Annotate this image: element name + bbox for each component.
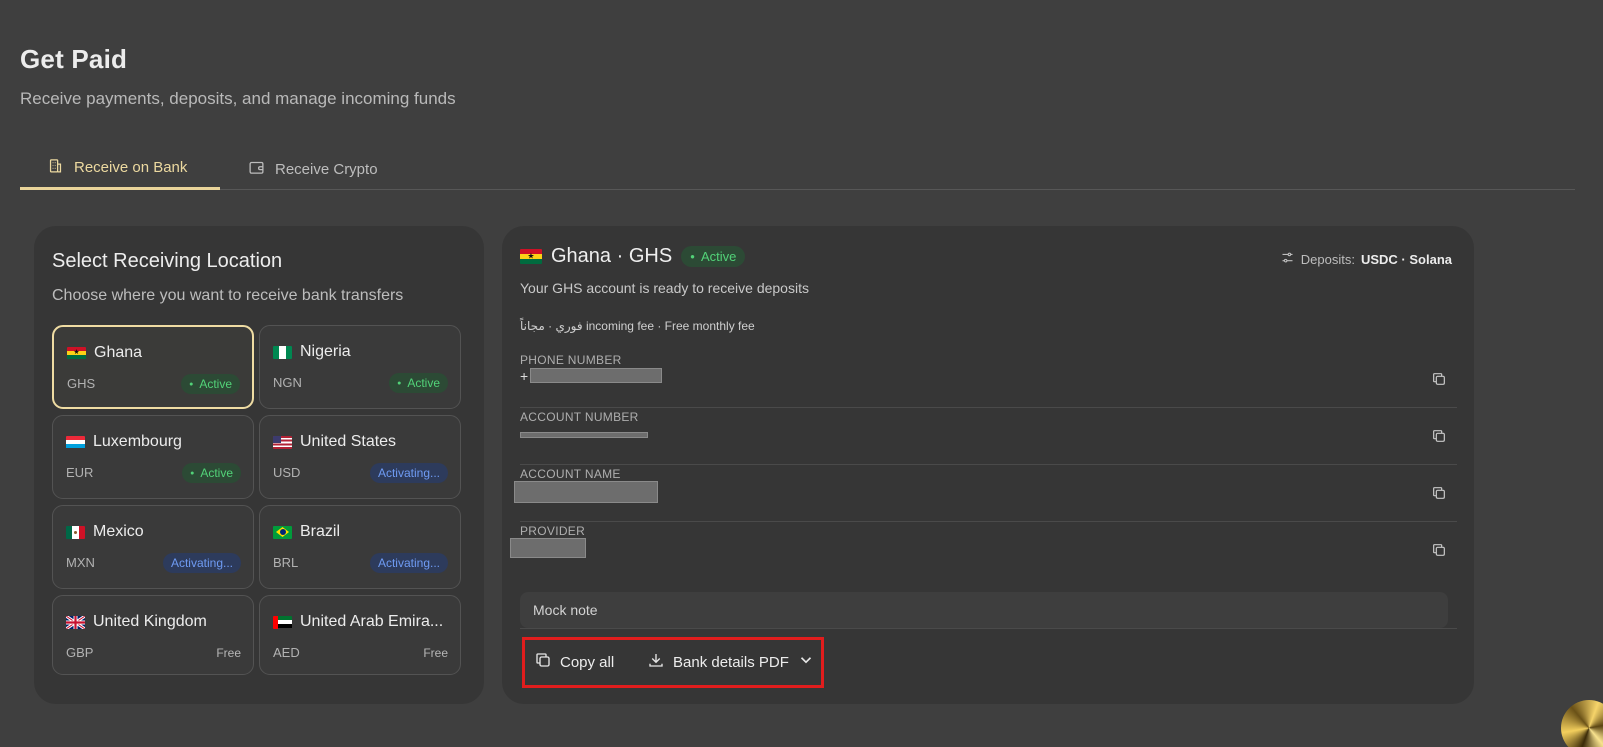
- bank-details-pdf-button[interactable]: Bank details PDF: [647, 651, 815, 673]
- redacted-value: [510, 538, 586, 558]
- location-name-row: Nigeria: [273, 343, 351, 361]
- field-account-name: ACCOUNT NAME: [514, 465, 1457, 522]
- location-name-row: Luxembourg: [66, 433, 182, 451]
- account-ready-text: Your GHS account is ready to receive dep…: [520, 280, 809, 296]
- location-panel: Select Receiving Location Choose where y…: [34, 226, 484, 704]
- location-currency: BRL: [273, 555, 299, 570]
- note-field[interactable]: Mock note: [520, 592, 1448, 628]
- location-panel-title: Select Receiving Location: [52, 250, 283, 272]
- tab-receive-on-bank[interactable]: Receive on Bank: [20, 148, 220, 190]
- status-badge: Activating...: [369, 463, 448, 483]
- location-card-brazil[interactable]: Brazil BRL Activating...: [259, 505, 461, 589]
- copy-icon: [534, 651, 552, 673]
- redacted-value: [514, 481, 658, 503]
- deposits-label: Deposits:: [1300, 251, 1355, 267]
- location-name: United Kingdom: [93, 613, 207, 630]
- luxembourg-flag-icon: [66, 435, 85, 449]
- page-subtitle: Receive payments, deposits, and manage i…: [20, 89, 456, 108]
- nigeria-flag-icon: [273, 345, 292, 359]
- location-card-ghana[interactable]: ★ Ghana GHS Active: [52, 325, 254, 409]
- location-name-row: ★ Ghana: [67, 344, 142, 362]
- redacted-value: [520, 432, 648, 438]
- location-currency: NGN: [273, 375, 302, 390]
- us-flag-icon: [273, 435, 292, 449]
- brazil-flag-icon: [273, 525, 292, 539]
- redacted-value: [530, 368, 662, 383]
- location-currency: MXN: [66, 555, 95, 570]
- field-label: PROVIDER: [520, 524, 586, 538]
- location-card-uae[interactable]: United Arab Emira... AED Free: [259, 595, 461, 675]
- location-name: Brazil: [300, 523, 341, 540]
- status-badge: Free: [423, 646, 448, 660]
- bank-building-icon: [47, 157, 64, 178]
- copy-icon[interactable]: [1431, 428, 1447, 444]
- location-name-row: United Kingdom: [66, 613, 207, 631]
- user-avatar[interactable]: [1561, 700, 1603, 747]
- location-card-mexico[interactable]: Mexico MXN Activating...: [52, 505, 254, 589]
- location-name: Mexico: [93, 523, 144, 540]
- location-name: United Arab Emira...: [300, 613, 444, 630]
- actions-highlight: Copy all Bank details PDF: [522, 637, 824, 688]
- status-badge: Free: [216, 646, 241, 660]
- uae-flag-icon: [273, 615, 292, 629]
- field-account-number: ACCOUNT NUMBER: [520, 408, 1457, 465]
- copy-all-button[interactable]: Copy all: [534, 651, 614, 673]
- chevron-down-icon[interactable]: [797, 651, 815, 673]
- download-icon: [647, 651, 665, 673]
- mexico-flag-icon: [66, 525, 85, 539]
- tab-label: Receive on Bank: [74, 159, 188, 176]
- account-fee-text: فوري · مجاناً incoming fee · Free monthl…: [520, 319, 755, 333]
- ghana-flag-icon: ★: [67, 346, 86, 360]
- location-currency: EUR: [66, 465, 94, 480]
- location-name-row: United Arab Emira...: [273, 613, 443, 631]
- location-currency: USD: [273, 465, 301, 480]
- deposits-value: USDC · Solana: [1360, 251, 1452, 267]
- location-currency: AED: [273, 645, 300, 660]
- location-name-row: Mexico: [66, 523, 144, 541]
- location-name: Luxembourg: [93, 433, 182, 450]
- field-label: ACCOUNT NUMBER: [520, 410, 639, 424]
- account-country: Ghana · GHS: [551, 245, 673, 267]
- copy-icon[interactable]: [1431, 371, 1447, 387]
- divider: [520, 628, 1457, 629]
- status-badge: Active: [182, 463, 241, 483]
- field-value: +: [520, 368, 529, 384]
- deposits-selector[interactable]: Deposits: USDC · Solana: [1280, 250, 1452, 268]
- location-name: Nigeria: [300, 343, 351, 360]
- location-card-united-kingdom[interactable]: United Kingdom GBP Free: [52, 595, 254, 675]
- uk-flag-icon: [66, 615, 85, 629]
- field-label: PHONE NUMBER: [520, 353, 622, 367]
- location-card-united-states[interactable]: United States USD Activating...: [259, 415, 461, 499]
- location-name: Ghana: [94, 344, 143, 361]
- field-provider: PROVIDER: [510, 522, 1457, 579]
- sliders-icon: [1280, 250, 1295, 268]
- tab-label: Receive Crypto: [275, 160, 378, 178]
- pdf-label: Bank details PDF: [673, 653, 789, 671]
- account-status-badge: Active: [681, 246, 746, 267]
- status-badge: Active: [181, 374, 240, 394]
- ghana-flag-icon: ★: [520, 249, 542, 264]
- tab-bar: Receive on Bank Receive Crypto: [20, 148, 1575, 190]
- status-badge: Activating...: [369, 553, 448, 573]
- location-name: United States: [300, 433, 397, 450]
- field-label: ACCOUNT NAME: [520, 467, 621, 481]
- field-phone-number: PHONE NUMBER +: [520, 351, 1457, 408]
- tab-receive-crypto[interactable]: Receive Crypto: [248, 148, 378, 190]
- wallet-icon: [248, 159, 265, 180]
- location-currency: GHS: [67, 376, 96, 391]
- status-badge: Activating...: [162, 553, 241, 573]
- page-title: Get Paid: [20, 44, 128, 74]
- account-header: ★ Ghana · GHS Active: [520, 245, 746, 268]
- copy-icon[interactable]: [1431, 542, 1447, 558]
- location-panel-subtitle: Choose where you want to receive bank tr…: [52, 287, 404, 304]
- location-card-luxembourg[interactable]: Luxembourg EUR Active: [52, 415, 254, 499]
- copy-icon[interactable]: [1431, 485, 1447, 501]
- location-name-row: Brazil: [273, 523, 340, 541]
- copy-all-label: Copy all: [560, 653, 615, 671]
- location-name-row: United States: [273, 433, 396, 451]
- location-currency: GBP: [66, 645, 94, 660]
- status-badge: Active: [389, 373, 448, 393]
- account-details-panel: ★ Ghana · GHS Active Deposits: USDC · So…: [502, 226, 1474, 704]
- location-card-nigeria[interactable]: Nigeria NGN Active: [259, 325, 461, 409]
